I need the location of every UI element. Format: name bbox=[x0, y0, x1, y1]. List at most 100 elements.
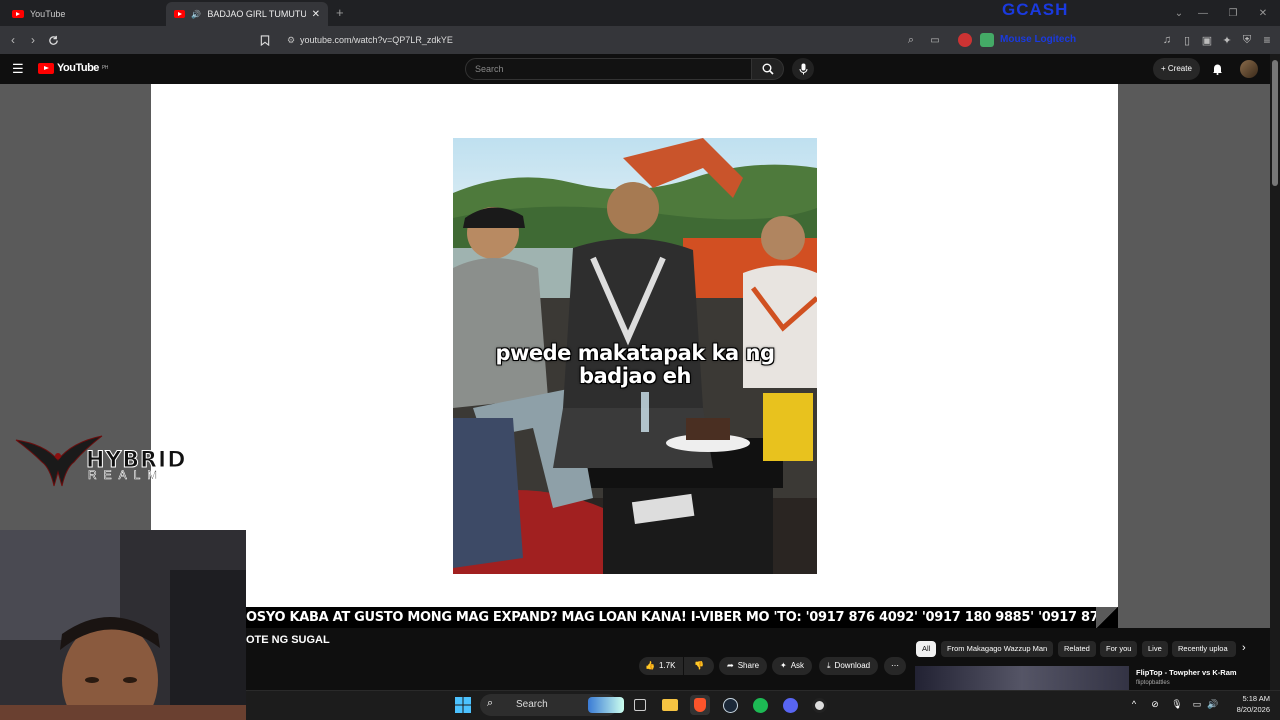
dislike-button[interactable]: 👎 bbox=[684, 657, 714, 675]
like-count: 1.7K bbox=[658, 661, 676, 670]
search-icon bbox=[762, 63, 774, 75]
task-view-icon[interactable] bbox=[630, 695, 650, 715]
extension-icon[interactable] bbox=[980, 33, 994, 47]
create-button[interactable]: + Create bbox=[1153, 58, 1200, 80]
youtube-favicon-icon bbox=[174, 10, 186, 18]
minimize-button[interactable]: — bbox=[1188, 0, 1218, 26]
related-video-thumbnail[interactable] bbox=[915, 666, 1129, 690]
clock-time: 5:18 AM bbox=[1242, 694, 1270, 703]
vpn-shield-icon[interactable]: ⛨ bbox=[1236, 26, 1258, 54]
menu-icon[interactable]: ≡ bbox=[1256, 26, 1278, 54]
tab-label: YouTube bbox=[30, 9, 66, 19]
youtube-logo[interactable]: YouTube PH bbox=[38, 62, 108, 74]
thumbs-down-icon: 👎 bbox=[694, 661, 704, 670]
share-icon: ➦ bbox=[727, 661, 734, 670]
account-avatar[interactable] bbox=[1240, 60, 1258, 78]
close-tab-icon[interactable]: ✕ bbox=[312, 9, 320, 20]
clock-date: 8/20/2026 bbox=[1236, 705, 1270, 714]
search-button[interactable] bbox=[752, 58, 784, 80]
media-icon[interactable]: ♫ bbox=[1156, 26, 1178, 54]
spotify-icon[interactable] bbox=[750, 695, 770, 715]
microphone-icon bbox=[799, 63, 807, 75]
taskbar-clock[interactable]: 5:18 AM 8/20/2026 bbox=[1224, 693, 1270, 715]
forward-button[interactable]: › bbox=[22, 26, 44, 54]
discord-icon[interactable] bbox=[780, 695, 800, 715]
search-highlight-icon bbox=[588, 697, 624, 713]
hamburger-menu-icon[interactable]: ☰ bbox=[12, 61, 24, 77]
search-icon: ⌕ bbox=[487, 697, 494, 709]
notifications-button[interactable] bbox=[1208, 60, 1226, 78]
chip-from-channel[interactable]: From Makagago Wazzup Man bbox=[941, 641, 1054, 657]
share-label: Share bbox=[737, 661, 760, 670]
youtube-play-icon bbox=[38, 62, 54, 74]
tab-youtube[interactable]: YouTube bbox=[4, 2, 164, 26]
reload-icon bbox=[48, 35, 58, 45]
page-background-right bbox=[1118, 84, 1270, 628]
wallet-icon[interactable]: ▣ bbox=[1196, 26, 1218, 54]
bell-icon bbox=[1212, 64, 1222, 75]
address-bar[interactable]: youtube.com/watch?v=QP7LR_zdkYE bbox=[300, 26, 453, 54]
chip-related[interactable]: Related bbox=[1058, 641, 1096, 657]
gcash-overlay-text: GCASH bbox=[1002, 0, 1069, 19]
reload-button[interactable] bbox=[42, 26, 64, 54]
region-code: PH bbox=[101, 65, 108, 71]
related-video-title[interactable]: FlipTop - Towpher vs K-Ram bbox=[1136, 668, 1237, 677]
ask-button[interactable]: ✦ Ask bbox=[772, 657, 813, 675]
chip-live[interactable]: Live bbox=[1142, 641, 1168, 657]
bookmark-icon[interactable] bbox=[254, 26, 276, 54]
youtube-wordmark: YouTube bbox=[57, 62, 99, 74]
chip-all[interactable]: All bbox=[916, 641, 937, 657]
volume-icon[interactable]: 🔊 bbox=[1206, 697, 1220, 711]
create-label: Create bbox=[1167, 64, 1192, 73]
caption-line-1: pwede makatapak ka ng bbox=[495, 341, 775, 365]
microphone-icon[interactable]: 🎙 bbox=[1170, 697, 1184, 711]
back-button[interactable]: ‹ bbox=[2, 26, 24, 54]
restore-button[interactable]: ❐ bbox=[1218, 0, 1248, 26]
brave-browser-icon[interactable] bbox=[690, 695, 710, 715]
new-tab-button[interactable]: + bbox=[336, 5, 344, 20]
extension-icon[interactable] bbox=[958, 33, 972, 47]
steam-icon[interactable] bbox=[720, 695, 740, 715]
mouse-logitech-overlay: Mouse Logitech bbox=[1000, 34, 1077, 45]
leo-icon[interactable]: ✦ bbox=[1216, 26, 1238, 54]
download-icon: ⤓ bbox=[827, 661, 831, 670]
site-info-icon[interactable]: ⚙ bbox=[280, 26, 302, 54]
related-video-channel[interactable]: fliptopbattles bbox=[1136, 680, 1170, 686]
caption-line-2: badjao eh bbox=[578, 364, 692, 388]
network-off-icon[interactable]: ⊘ bbox=[1148, 697, 1162, 711]
search-input[interactable]: Search bbox=[465, 58, 752, 80]
webcam-overlay bbox=[0, 530, 246, 720]
display-icon[interactable]: ▭ bbox=[1190, 697, 1204, 711]
speaker-icon: 🔊 bbox=[191, 9, 202, 19]
chips-next-icon[interactable]: › bbox=[1242, 642, 1246, 654]
zoom-icon[interactable]: ⌕ bbox=[900, 26, 922, 54]
youtube-favicon-icon bbox=[12, 10, 24, 18]
video-title: OTE NG SUGAL bbox=[246, 634, 330, 646]
ask-label: Ask bbox=[790, 661, 805, 670]
share-button[interactable]: ➦ Share bbox=[719, 657, 768, 675]
app-icon[interactable] bbox=[809, 695, 829, 715]
download-button[interactable]: ⤓ Download bbox=[819, 657, 879, 675]
chip-for-you[interactable]: For you bbox=[1100, 641, 1138, 657]
ad-ticker: OSYO KABA AT GUSTO MONG MAG EXPAND? MAG … bbox=[246, 607, 1118, 628]
file-explorer-icon[interactable] bbox=[660, 695, 680, 715]
webcam-person-image bbox=[0, 530, 246, 720]
close-window-button[interactable]: ✕ bbox=[1248, 0, 1278, 26]
cast-icon[interactable]: ▭ bbox=[924, 26, 946, 54]
video-caption: pwede makatapak ka ng badjao eh bbox=[453, 342, 817, 388]
sparkle-icon: ✦ bbox=[780, 661, 787, 670]
thumbs-up-icon: 👍 bbox=[645, 661, 655, 670]
chip-recently-uploaded[interactable]: Recently uploa bbox=[1172, 641, 1236, 657]
windows-logo-icon bbox=[455, 697, 471, 713]
more-actions-button[interactable]: ⋯ bbox=[884, 657, 906, 675]
browser-toolbar bbox=[0, 26, 1280, 54]
realm-text: REALM bbox=[88, 468, 165, 483]
tray-overflow-icon[interactable]: ^ bbox=[1127, 697, 1141, 711]
voice-search-button[interactable] bbox=[792, 58, 814, 80]
start-button[interactable] bbox=[453, 695, 473, 715]
scrollbar-thumb[interactable] bbox=[1272, 60, 1278, 186]
like-button[interactable]: 👍 1.7K bbox=[639, 657, 683, 675]
ticker-edge bbox=[1096, 607, 1118, 628]
sidebar-icon[interactable]: ▯ bbox=[1176, 26, 1198, 54]
tab-current-video[interactable]: 🔊 BADJAO GIRL TUMUTULONG ✕ bbox=[166, 2, 328, 26]
